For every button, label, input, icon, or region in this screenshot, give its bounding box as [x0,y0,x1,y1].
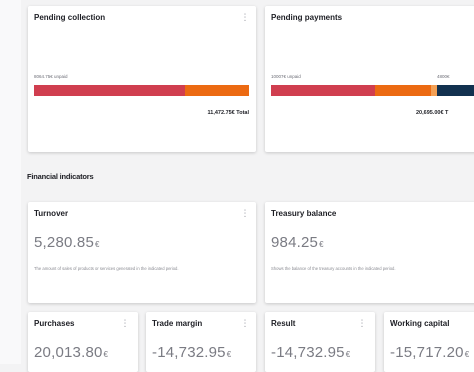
treasury-balance-card: Treasury balance 984.25€ Shows the balan… [265,202,474,303]
result-value: -14,732.95€ [271,344,351,361]
page-margin [0,0,21,364]
pending-collection-paid-segment [185,85,249,96]
pending-payments-bar [271,85,474,96]
trade-margin-card: Trade margin ⋮ -14,732.95€ [146,312,256,372]
pending-payments-segment-2 [375,85,431,96]
working-capital-title: Working capital [390,319,450,328]
pending-collection-title: Pending collection [34,13,106,22]
treasury-balance-value: 984.25€ [271,234,324,251]
kebab-menu-icon[interactable]: ⋮ [240,318,250,328]
financial-indicators-heading: Financial indicators [27,172,94,181]
pending-payments-segment-4 [437,85,474,96]
pending-collection-card: Pending collection ⋮ 8064.75€ unpaid 11,… [28,6,256,152]
turnover-value: 5,280.85€ [34,234,100,251]
purchases-card: Purchases ⋮ 20,013.80€ [28,312,138,372]
turnover-card: Turnover ⋮ 5,280.85€ The amount of sales… [28,202,256,303]
pending-payments-mid-label: 4800€ [437,74,450,79]
working-capital-value: -15,717.20€ [390,344,470,361]
result-title: Result [271,319,296,328]
purchases-title: Purchases [34,319,75,328]
trade-margin-value: -14,732.95€ [152,344,232,361]
result-card: Result ⋮ -14,732.95€ [265,312,375,372]
kebab-menu-icon[interactable]: ⋮ [357,318,367,328]
turnover-description: The amount of sales of products or servi… [34,266,179,271]
working-capital-card: Working capital -15,717.20€ [384,312,474,372]
pending-collection-unpaid-label: 8064.75€ unpaid [34,74,68,79]
purchases-value: 20,013.80€ [34,344,109,361]
pending-payments-unpaid-label: 10007€ unpaid [271,74,301,79]
treasury-balance-description: Shows the balance of the treasury accoun… [271,266,396,271]
pending-payments-segment-1 [271,85,375,96]
pending-payments-title: Pending payments [271,13,343,22]
trade-margin-title: Trade margin [152,319,203,328]
turnover-title: Turnover [34,209,69,218]
pending-collection-unpaid-segment [34,85,186,96]
kebab-menu-icon[interactable]: ⋮ [120,318,130,328]
pending-payments-card: Pending payments 10007€ unpaid 4800€ 20,… [265,6,474,152]
pending-payments-total: 20,695.00€ T [416,110,449,116]
pending-collection-total: 11,472.75€ Total [207,110,249,116]
kebab-menu-icon[interactable]: ⋮ [240,208,250,218]
kebab-menu-icon[interactable]: ⋮ [240,12,250,22]
treasury-balance-title: Treasury balance [271,209,337,218]
pending-collection-bar [34,85,249,96]
